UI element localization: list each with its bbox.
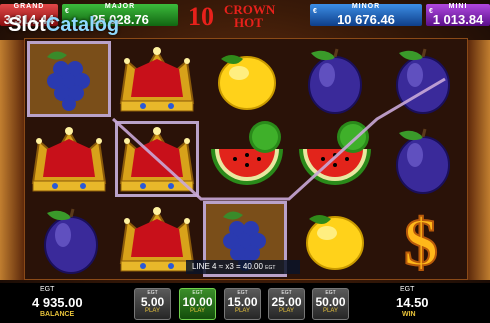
win-brand: EGT — [400, 286, 415, 293]
balance-brand: EGT — [40, 286, 55, 293]
jackpot-major-label: MAJOR — [104, 3, 136, 10]
logo-word-hot: HOT — [234, 15, 263, 30]
game-logo: 10 CROWN HOT — [186, 0, 296, 31]
jackpot-mini-value: 1 013.84 — [432, 12, 484, 27]
logo-number: 10 — [188, 2, 214, 31]
line-multiplier: x3 = 40.00 — [225, 262, 263, 271]
jackpot-grand-label: GRAND — [13, 3, 45, 10]
right-glow — [468, 40, 490, 280]
line-win-info: LINE 4 ≈ x3 = 40.00 EGT — [186, 260, 300, 274]
bet-button-3[interactable]: EGT 15.00 PLAY — [224, 288, 261, 320]
win-line — [111, 77, 446, 201]
bet-button-4[interactable]: EGT 25.00 PLAY — [268, 288, 305, 320]
bet-value: 25.00 — [271, 295, 302, 309]
win-label: WIN — [402, 311, 416, 318]
jackpot-minor-value: 10 676.46 — [337, 12, 395, 27]
balance-value: 4 935.00 — [32, 295, 83, 310]
reels-area: $ — [24, 38, 468, 280]
line-brand: EGT — [265, 265, 276, 271]
balance-label: BALANCE — [40, 311, 75, 318]
bet-button-2[interactable]: EGT 10.00 PLAY — [179, 288, 216, 320]
jackpot-minor-label: MINOR — [351, 3, 381, 10]
bet-value: 5.00 — [140, 295, 165, 309]
bet-value: 50.00 — [315, 295, 346, 309]
bet-button-1[interactable]: EGT 5.00 PLAY — [134, 288, 171, 320]
left-glow — [0, 40, 24, 280]
jackpot-mini: € MINI 1 013.84 — [426, 3, 490, 27]
bet-button-5[interactable]: EGT 50.00 PLAY — [312, 288, 349, 320]
watermark-slot: Slot — [8, 14, 46, 36]
watermark: SlotCatalog — [8, 14, 119, 37]
line-label: LINE 4 — [192, 262, 217, 271]
bet-value: 10.00 — [182, 295, 213, 309]
jackpot-minor: € MINOR 10 676.46 — [310, 3, 422, 27]
watermark-catalog: Catalog — [45, 14, 120, 36]
win-value: 14.50 — [396, 295, 429, 310]
jackpot-mini-label: MINI — [448, 3, 468, 10]
wave-icon: ≈ — [218, 262, 224, 271]
bet-value: 15.00 — [227, 295, 258, 309]
